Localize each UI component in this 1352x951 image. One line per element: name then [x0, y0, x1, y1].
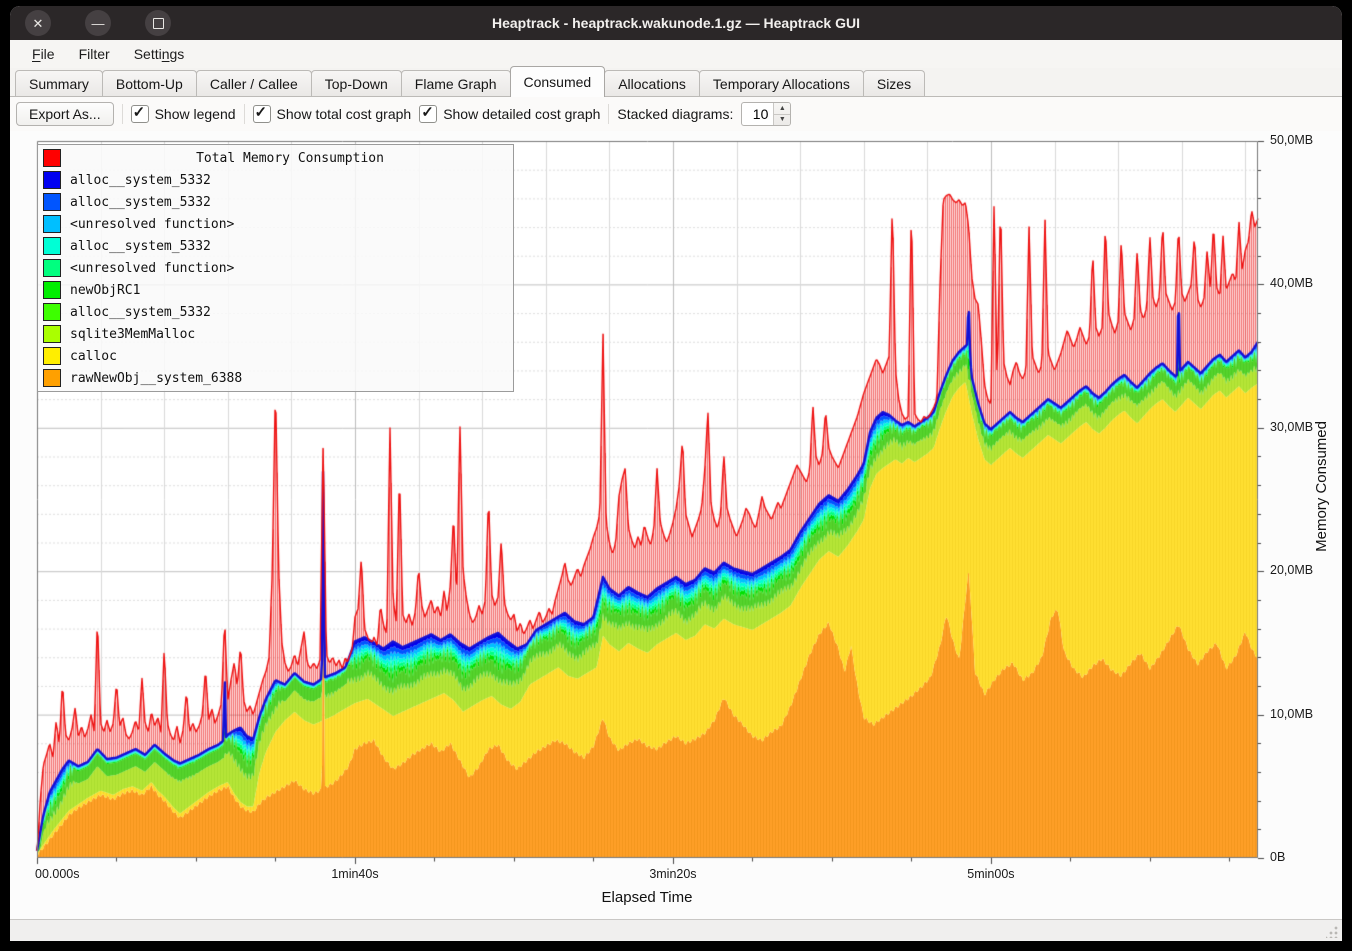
- x-tick-label: 3min20s: [649, 867, 696, 881]
- menu-settings[interactable]: Settings: [124, 43, 195, 65]
- x-tick-label: 00.000s: [35, 867, 79, 881]
- legend-swatch-icon: [43, 347, 61, 365]
- show-total-cost-checkbox[interactable]: ✓: [253, 105, 271, 123]
- tab-bottom-up[interactable]: Bottom-Up: [102, 70, 197, 96]
- legend-entry-label: sqlite3MemMalloc: [70, 327, 195, 342]
- legend-entry[interactable]: alloc__system_5332: [41, 191, 510, 213]
- status-bar: [10, 920, 1342, 941]
- show-detailed-cost-checkbox[interactable]: ✓: [419, 105, 437, 123]
- menu-filter[interactable]: Filter: [69, 43, 120, 65]
- app-window: ✕ — Heaptrack - heaptrack.wakunode.1.gz …: [10, 6, 1342, 941]
- chart-legend: Total Memory Consumption alloc__system_53…: [37, 144, 514, 392]
- legend-swatch-icon: [43, 369, 61, 387]
- legend-title-row[interactable]: Total Memory Consumption: [41, 147, 510, 169]
- legend-entry-label: <unresolved function>: [70, 261, 234, 276]
- export-as-button[interactable]: Export As...: [16, 102, 114, 126]
- show-detailed-cost-label: Show detailed cost graph: [443, 106, 600, 122]
- toolbar-separator: [122, 104, 123, 124]
- tab-flame-graph[interactable]: Flame Graph: [401, 70, 511, 96]
- toolbar-separator: [244, 104, 245, 124]
- consumed-chart-area: Total Memory Consumption alloc__system_53…: [10, 131, 1342, 920]
- tab-top-down[interactable]: Top-Down: [311, 70, 402, 96]
- y-tick-label: 30,0MB: [1270, 420, 1313, 434]
- show-detailed-cost-checkbox-group[interactable]: ✓ Show detailed cost graph: [419, 105, 600, 123]
- legend-swatch-icon: [43, 215, 61, 233]
- tab-caller-callee[interactable]: Caller / Callee: [196, 70, 312, 96]
- stacked-diagrams-spinner[interactable]: 10 ▲ ▼: [741, 102, 791, 126]
- legend-entry[interactable]: <unresolved function>: [41, 213, 510, 235]
- legend-swatch-icon: [43, 259, 61, 277]
- y-axis-title: Memory Consumed: [1313, 421, 1330, 552]
- legend-entry-label: rawNewObj__system_6388: [70, 371, 242, 386]
- legend-entry-label: alloc__system_5332: [70, 305, 211, 320]
- title-bar[interactable]: ✕ — Heaptrack - heaptrack.wakunode.1.gz …: [10, 6, 1342, 40]
- legend-entry-label: Total Memory Consumption: [70, 151, 510, 166]
- legend-entry[interactable]: alloc__system_5332: [41, 235, 510, 257]
- window-title: Heaptrack - heaptrack.wakunode.1.gz — He…: [10, 15, 1342, 31]
- x-axis-title: Elapsed Time: [602, 889, 693, 906]
- tab-temporary-allocations[interactable]: Temporary Allocations: [699, 70, 864, 96]
- spinner-up-button[interactable]: ▲: [774, 103, 790, 115]
- screen: ✕ — Heaptrack - heaptrack.wakunode.1.gz …: [0, 0, 1352, 951]
- stacked-diagrams-value[interactable]: 10: [742, 103, 773, 125]
- show-legend-checkbox[interactable]: ✓: [131, 105, 149, 123]
- show-total-cost-checkbox-group[interactable]: ✓ Show total cost graph: [253, 105, 412, 123]
- legend-swatch-icon: [43, 237, 61, 255]
- legend-swatch-icon: [43, 303, 61, 321]
- y-tick-label: 0B: [1270, 850, 1285, 864]
- legend-swatch-icon: [43, 325, 61, 343]
- tab-sizes[interactable]: Sizes: [863, 70, 925, 96]
- x-tick-label: 1min40s: [331, 867, 378, 881]
- menu-file[interactable]: File: [22, 43, 65, 65]
- tab-bar: Summary Bottom-Up Caller / Callee Top-Do…: [10, 68, 1342, 97]
- check-icon: ✓: [255, 103, 268, 121]
- legend-swatch-icon: [43, 281, 61, 299]
- legend-entry-label: alloc__system_5332: [70, 173, 211, 188]
- legend-entry[interactable]: rawNewObj__system_6388: [41, 367, 510, 389]
- x-tick-label: 5min00s: [967, 867, 1014, 881]
- legend-swatch-icon: [43, 171, 61, 189]
- tab-consumed[interactable]: Consumed: [510, 66, 606, 97]
- legend-swatch-icon: [43, 193, 61, 211]
- menu-bar: File Filter Settings: [10, 40, 1342, 68]
- legend-entry-label: calloc: [70, 349, 117, 364]
- legend-entry[interactable]: sqlite3MemMalloc: [41, 323, 510, 345]
- legend-entry-label: newObjRC1: [70, 283, 140, 298]
- resize-grip-icon[interactable]: [1326, 926, 1338, 938]
- legend-entry[interactable]: alloc__system_5332: [41, 169, 510, 191]
- check-icon: ✓: [421, 103, 434, 121]
- legend-entry-label: alloc__system_5332: [70, 239, 211, 254]
- tab-summary[interactable]: Summary: [15, 70, 103, 96]
- toolbar: Export As... ✓ Show legend ✓ Show total …: [10, 97, 1342, 131]
- legend-entry[interactable]: <unresolved function>: [41, 257, 510, 279]
- legend-entry[interactable]: newObjRC1: [41, 279, 510, 301]
- tab-allocations[interactable]: Allocations: [604, 70, 700, 96]
- legend-entry-label: <unresolved function>: [70, 217, 234, 232]
- spinner-down-button[interactable]: ▼: [774, 115, 790, 126]
- stacked-diagrams-label: Stacked diagrams:: [617, 106, 733, 122]
- toolbar-separator: [608, 104, 609, 124]
- show-total-cost-label: Show total cost graph: [277, 106, 412, 122]
- y-tick-label: 50,0MB: [1270, 133, 1313, 147]
- y-tick-label: 40,0MB: [1270, 276, 1313, 290]
- legend-swatch-icon: [43, 149, 61, 167]
- y-tick-label: 10,0MB: [1270, 707, 1313, 721]
- legend-entry-label: alloc__system_5332: [70, 195, 211, 210]
- legend-entry[interactable]: alloc__system_5332: [41, 301, 510, 323]
- spinner-up-icon: ▲: [779, 105, 786, 112]
- show-legend-label: Show legend: [155, 106, 236, 122]
- check-icon: ✓: [133, 103, 146, 121]
- legend-entry[interactable]: calloc: [41, 345, 510, 367]
- show-legend-checkbox-group[interactable]: ✓ Show legend: [131, 105, 236, 123]
- y-tick-label: 20,0MB: [1270, 563, 1313, 577]
- spinner-down-icon: ▼: [779, 116, 786, 123]
